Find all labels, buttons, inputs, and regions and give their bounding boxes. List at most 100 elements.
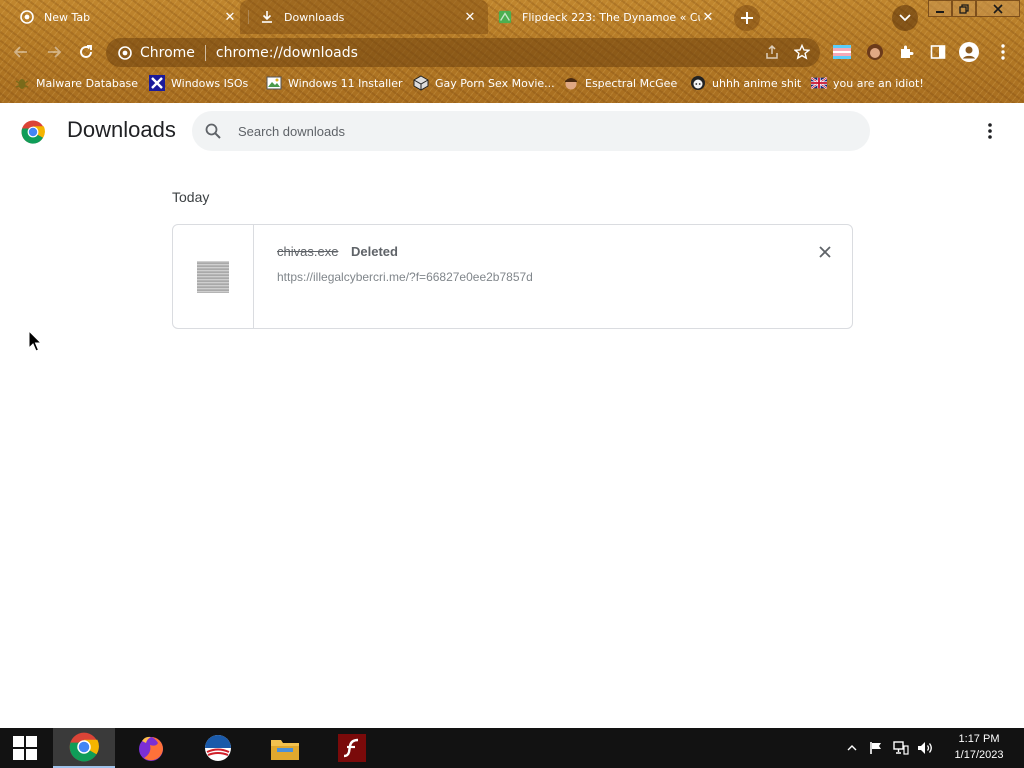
bookmark-label: Gay Porn Sex Movie... [435, 76, 555, 90]
network-status[interactable] [890, 728, 912, 768]
download-source-url[interactable]: https://illegalcybercri.me/?f=66827e0ee2… [277, 270, 533, 284]
obama-icon [205, 735, 231, 761]
start-button[interactable] [0, 728, 50, 768]
taskbar-flash-player[interactable] [321, 728, 383, 768]
bookmark-label: uhhh anime shit [712, 76, 802, 90]
search-input[interactable] [236, 122, 836, 140]
side-panel-icon[interactable] [927, 41, 949, 63]
mouse-cursor-icon [28, 330, 42, 352]
restore-button[interactable] [952, 0, 976, 17]
profile-avatar-icon[interactable] [958, 41, 980, 63]
site-favicon-icon [498, 10, 512, 24]
more-vert-icon [988, 123, 992, 139]
file-icon [197, 260, 229, 293]
x-logo-icon [149, 75, 165, 91]
bookmarks-bar: Malware Database Windows ISOs Windows 11… [0, 70, 1024, 98]
bookmark-label: you are an idiot! [833, 76, 924, 90]
download-item: chivas.exe Deleted https://illegalcyberc… [172, 224, 853, 329]
pride-flag-extension-icon[interactable] [831, 41, 853, 63]
bookmark-malware-database[interactable]: Malware Database [14, 75, 138, 91]
tab-strip: New Tab ✕ Downloads ✕ Flipdeck 223: The … [0, 0, 1024, 34]
clock-time: 1:17 PM [958, 733, 1000, 745]
tab-flipdeck[interactable]: Flipdeck 223: The Dynamoe « Cu ✕ [478, 0, 726, 34]
tab-search-button[interactable] [892, 5, 918, 31]
chevron-up-icon [847, 745, 857, 751]
browser-frame: New Tab ✕ Downloads ✕ Flipdeck 223: The … [0, 0, 1024, 103]
bookmark-uhhh-anime-shit[interactable]: uhhh anime shit [690, 75, 801, 91]
network-icon [893, 741, 909, 755]
site-info-chip[interactable]: Chrome [106, 45, 195, 61]
forward-button[interactable] [42, 40, 66, 64]
bookmark-windows-isos[interactable]: Windows ISOs [149, 75, 248, 91]
file-icon-cell [173, 225, 254, 328]
chrome-logo-icon [21, 120, 45, 144]
flag-icon [870, 742, 881, 754]
taskbar-firefox[interactable] [120, 728, 182, 768]
taskbar-obama-logo[interactable] [187, 728, 249, 768]
new-tab-button[interactable] [734, 5, 760, 31]
volume-control[interactable] [914, 728, 936, 768]
bookmark-label: Windows ISOs [171, 76, 249, 90]
minimize-button[interactable] [928, 0, 952, 17]
bookmark-label: Windows 11 Installer [288, 76, 403, 90]
tab-title: New Tab [44, 10, 91, 24]
download-status: Deleted [351, 244, 398, 259]
flash-icon [338, 734, 366, 762]
anime-face-icon [690, 75, 706, 91]
forward-arrow-icon [48, 46, 62, 58]
date-group-header: Today [172, 189, 210, 205]
extensions-puzzle-icon[interactable] [895, 41, 917, 63]
show-hidden-icons-button[interactable] [844, 728, 860, 768]
system-clock[interactable]: 1:17 PM 1/17/2023 [940, 731, 1018, 763]
taskbar-chrome[interactable] [53, 728, 115, 768]
reload-icon [80, 45, 92, 58]
character-face-icon [563, 75, 579, 91]
image-icon [266, 75, 282, 91]
address-bar[interactable]: Chrome chrome://downloads [106, 38, 820, 67]
bookmark-you-are-an-idiot[interactable]: you are an idiot! [811, 75, 924, 91]
bug-icon [14, 75, 30, 91]
close-window-button[interactable] [976, 0, 1020, 17]
face-extension-icon[interactable] [864, 41, 886, 63]
bookmark-star-icon[interactable] [794, 44, 810, 60]
search-downloads-box[interactable] [192, 111, 870, 151]
tab-downloads[interactable]: Downloads ✕ [240, 0, 488, 34]
bookmark-label: Malware Database [36, 76, 139, 90]
chrome-icon [118, 45, 132, 60]
clock-date: 1/17/2023 [954, 749, 1004, 761]
bookmark-gay-porn-sex-movie[interactable]: Gay Porn Sex Movie... [413, 75, 555, 91]
firefox-icon [139, 736, 163, 761]
share-icon[interactable] [764, 44, 780, 60]
taskbar: 1:17 PM 1/17/2023 [0, 728, 1024, 768]
bookmark-label: Espectral McGee [585, 76, 678, 90]
tab-title: Flipdeck 223: The Dynamoe « Cu [522, 10, 700, 24]
taskbar-file-explorer[interactable] [254, 728, 316, 768]
close-tab-icon[interactable]: ✕ [222, 9, 238, 25]
union-jack-icon [811, 75, 827, 91]
chrome-icon [20, 10, 34, 24]
chevron-down-icon [899, 14, 911, 22]
reload-button[interactable] [74, 40, 98, 64]
close-tab-icon[interactable]: ✕ [700, 9, 716, 25]
omnibox-divider [204, 44, 206, 61]
toolbar: Chrome chrome://downloads [0, 34, 1024, 70]
downloads-header: Downloads [0, 103, 1024, 159]
file-explorer-icon [271, 740, 299, 760]
site-label: Chrome [140, 44, 195, 61]
url-text[interactable]: chrome://downloads [216, 45, 358, 61]
action-center-flag[interactable] [866, 728, 886, 768]
close-tab-icon[interactable]: ✕ [462, 9, 478, 25]
back-arrow-icon [13, 46, 27, 58]
menu-kebab-icon[interactable] [992, 41, 1014, 63]
download-icon [260, 10, 274, 24]
search-icon [205, 123, 221, 139]
tab-new-tab[interactable]: New Tab ✕ [0, 0, 248, 34]
bookmark-windows-11-installer[interactable]: Windows 11 Installer [266, 75, 403, 91]
download-filename: chivas.exe [277, 244, 339, 259]
more-actions-button[interactable] [980, 121, 1000, 141]
tab-title: Downloads [284, 10, 345, 24]
windows-logo-icon [13, 736, 37, 760]
remove-from-list-button[interactable] [815, 242, 835, 262]
back-button[interactable] [9, 40, 33, 64]
bookmark-espectral-mcgee[interactable]: Espectral McGee [563, 75, 677, 91]
